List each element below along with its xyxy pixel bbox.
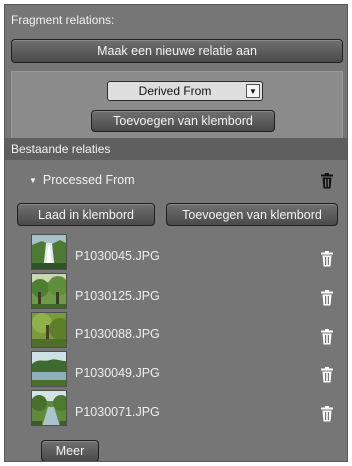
- existing-relations-title: Bestaande relaties: [11, 142, 111, 156]
- relation-group-toggle[interactable]: ▼ Processed From: [29, 173, 135, 187]
- existing-relations-header: Bestaande relaties: [5, 138, 347, 160]
- delete-item-trash-icon[interactable]: [320, 367, 334, 383]
- trees-photo-icon[interactable]: [31, 312, 67, 348]
- new-relation-button[interactable]: Maak een nieuwe relatie aan: [11, 39, 343, 63]
- relation-type-select[interactable]: Derived From ▼: [107, 81, 263, 101]
- river-photo-icon[interactable]: [31, 390, 67, 426]
- delete-item-trash-icon[interactable]: [320, 290, 334, 306]
- add-from-clipboard-button[interactable]: Toevoegen van klembord: [91, 110, 275, 132]
- lake-photo-icon[interactable]: [31, 351, 67, 387]
- item-name[interactable]: P1030049.JPG: [75, 366, 160, 380]
- waterfall-photo-icon[interactable]: [31, 234, 67, 270]
- item-name[interactable]: P1030071.JPG: [75, 405, 160, 419]
- delete-item-trash-icon[interactable]: [320, 329, 334, 345]
- more-button[interactable]: Meer: [41, 440, 99, 461]
- new-relation-box: Derived From ▼ Toevoegen van klembord: [11, 71, 343, 139]
- item-name[interactable]: P1030045.JPG: [75, 249, 160, 263]
- relation-group-name: Processed From: [42, 173, 135, 187]
- load-clipboard-button[interactable]: Laad in klembord: [17, 203, 155, 226]
- delete-relation-trash-icon[interactable]: [320, 173, 334, 189]
- delete-item-trash-icon[interactable]: [320, 251, 334, 267]
- item-name[interactable]: P1030125.JPG: [75, 289, 160, 303]
- fragment-relations-title: Fragment relations:: [11, 13, 115, 27]
- item-name[interactable]: P1030088.JPG: [75, 327, 160, 341]
- forest-photo-icon[interactable]: [31, 273, 67, 309]
- relations-panel: Fragment relations: Maak een nieuwe rela…: [4, 4, 348, 462]
- relation-type-value: Derived From: [138, 84, 212, 98]
- collapse-triangle-icon: ▼: [29, 175, 37, 185]
- add-clipboard-button[interactable]: Toevoegen van klembord: [166, 203, 338, 226]
- chevron-down-icon: ▼: [246, 84, 260, 98]
- delete-item-trash-icon[interactable]: [320, 406, 334, 422]
